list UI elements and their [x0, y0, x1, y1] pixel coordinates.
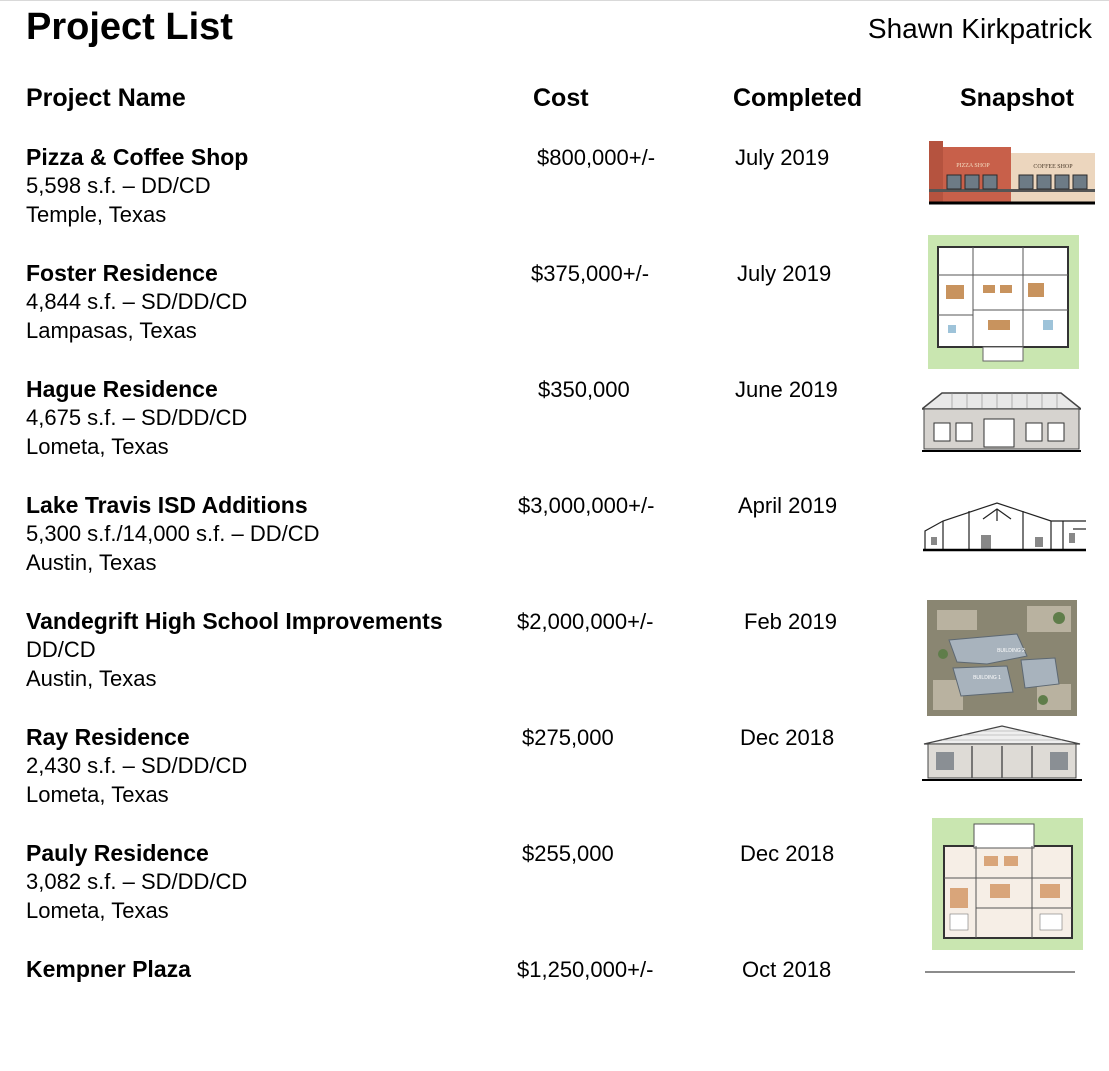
snapshot-floor-plan: [928, 235, 1079, 369]
page-title: Project List: [26, 6, 233, 48]
project-area: 5,300 s.f./14,000 s.f. – DD/CD: [26, 521, 320, 546]
sign-coffee: COFFEE SHOP: [1033, 164, 1073, 170]
site-label-building-2: BUILDING 2: [997, 648, 1025, 654]
project-name: Ray Residence: [26, 724, 190, 750]
project-cost: $350,000: [538, 377, 630, 402]
project-row: Pauly Residence 3,082 s.f. – SD/DD/CD Lo…: [0, 818, 1109, 955]
project-area: 2,430 s.f. – SD/DD/CD: [26, 753, 248, 778]
project-name: Pauly Residence: [26, 840, 209, 866]
sign-pizza: PIZZA SHOP: [956, 163, 990, 169]
project-completed: July 2019: [737, 261, 832, 286]
project-completed: Oct 2018: [742, 957, 832, 982]
column-header-snapshot: Snapshot: [960, 84, 1074, 112]
project-cost: $3,000,000+/-: [518, 493, 655, 518]
project-name: Lake Travis ISD Additions: [26, 492, 308, 518]
snapshot-storefront-elevation: PIZZA SHOP COFFEE SHOP: [929, 137, 1095, 209]
project-name: Vandegrift High School Improvements: [26, 608, 443, 634]
project-location: Lometa, Texas: [26, 782, 169, 807]
top-rule: [0, 0, 1109, 1]
project-location: Lometa, Texas: [26, 434, 169, 459]
project-area: 5,598 s.f. – DD/CD: [26, 173, 211, 198]
project-cost: $1,250,000+/-: [517, 957, 654, 982]
project-name: Hague Residence: [26, 376, 218, 402]
site-label-building-1: BUILDING 1: [973, 675, 1001, 681]
project-name: Foster Residence: [26, 260, 218, 286]
project-row: Vandegrift High School Improvements DD/C…: [0, 600, 1109, 723]
snapshot-house-elevation: [922, 387, 1081, 455]
project-completed: June 2019: [735, 377, 838, 402]
project-completed: Dec 2018: [740, 841, 835, 866]
project-location: Austin, Texas: [26, 550, 157, 575]
project-area: DD/CD: [26, 637, 96, 662]
project-name: Pizza & Coffee Shop: [26, 144, 249, 170]
project-completed: April 2019: [738, 493, 838, 518]
snapshot-elevation: [925, 969, 1075, 975]
snapshot-aerial-site-plan: BUILDING 2 BUILDING 1: [927, 600, 1077, 716]
project-location: Austin, Texas: [26, 666, 157, 691]
project-cost: $255,000: [522, 841, 614, 866]
column-header-cost: Cost: [533, 84, 589, 112]
project-completed: July 2019: [735, 145, 830, 170]
snapshot-building-section: [923, 499, 1086, 559]
project-row: Lake Travis ISD Additions 5,300 s.f./14,…: [0, 491, 1109, 607]
project-area: 4,675 s.f. – SD/DD/CD: [26, 405, 248, 430]
project-name: Kempner Plaza: [26, 956, 191, 982]
project-location: Lampasas, Texas: [26, 318, 197, 343]
project-row: Hague Residence 4,675 s.f. – SD/DD/CD Lo…: [0, 375, 1109, 491]
project-location: Temple, Texas: [26, 202, 167, 227]
snapshot-floor-plan: [932, 818, 1083, 950]
project-row: Foster Residence 4,844 s.f. – SD/DD/CD L…: [0, 235, 1109, 375]
project-completed: Feb 2019: [744, 609, 837, 634]
snapshot-house-elevation: [922, 724, 1082, 784]
project-cost: $375,000+/-: [531, 261, 650, 286]
project-cost: $2,000,000+/-: [517, 609, 654, 634]
project-location: Lometa, Texas: [26, 898, 169, 923]
project-row: Kempner Plaza $1,250,000+/- Oct 2018: [0, 955, 1109, 1071]
project-cost: $800,000+/-: [537, 145, 656, 170]
project-cost: $275,000: [522, 725, 614, 750]
column-header-completed: Completed: [733, 84, 863, 112]
column-header-project-name: Project Name: [26, 84, 186, 112]
author-name: Shawn Kirkpatrick: [867, 13, 1092, 44]
project-area: 3,082 s.f. – SD/DD/CD: [26, 869, 248, 894]
project-area: 4,844 s.f. – SD/DD/CD: [26, 289, 248, 314]
project-completed: Dec 2018: [740, 725, 835, 750]
